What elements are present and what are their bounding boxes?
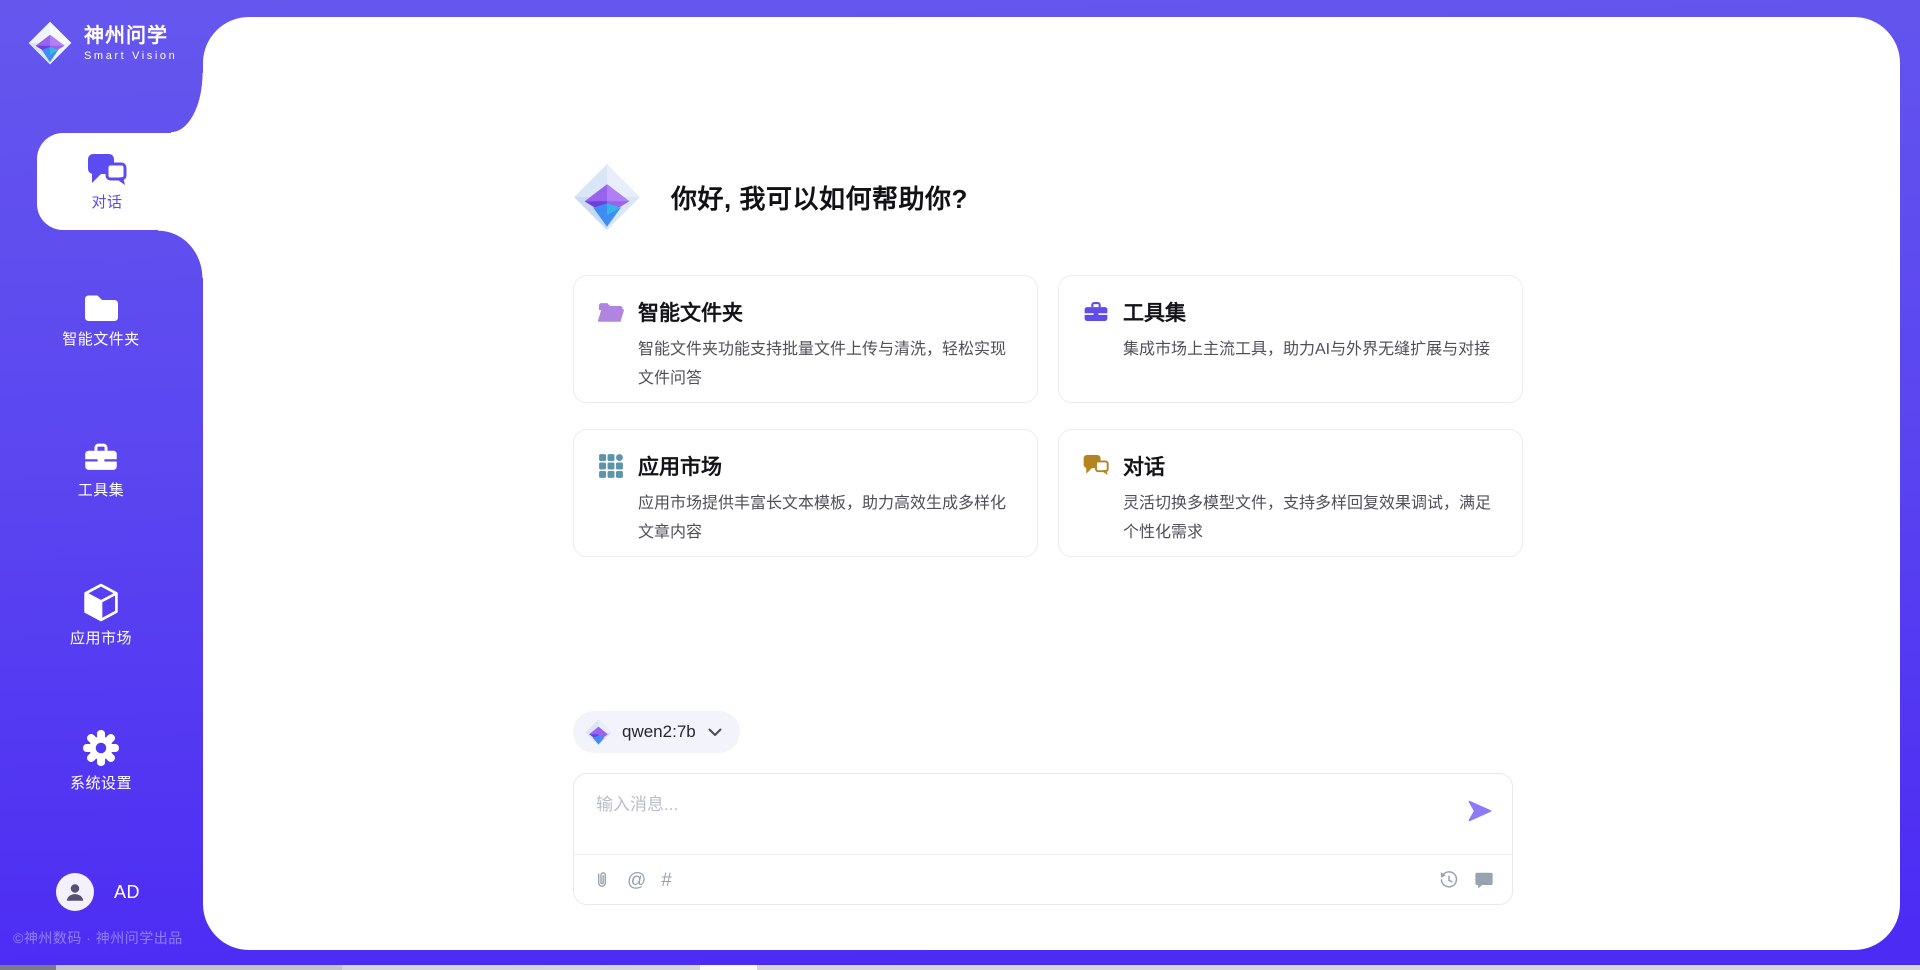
sidebar-item-smart-folder[interactable]: 智能文件夹 xyxy=(18,292,184,347)
screen-edge-strip xyxy=(0,965,1920,970)
card-smart-folder[interactable]: 智能文件夹 智能文件夹功能支持批量文件上传与清洗，轻松实现文件问答 xyxy=(573,275,1038,403)
greeting-diamond-icon xyxy=(573,163,641,231)
avatar[interactable] xyxy=(56,873,94,911)
send-icon[interactable] xyxy=(1466,797,1494,825)
sidebar-item-label: 对话 xyxy=(91,195,122,210)
screen-edge-segment xyxy=(700,965,757,970)
card-chat[interactable]: 对话 灵活切换多模型文件，支持多样回复效果调试，满足个性化需求 xyxy=(1058,429,1523,557)
feedback-chat-icon[interactable] xyxy=(1474,871,1494,890)
feature-cards: 智能文件夹 智能文件夹功能支持批量文件上传与清洗，轻松实现文件问答 工具集 xyxy=(573,275,1523,557)
brand-text: 神州问学 Smart Vision xyxy=(84,25,177,62)
briefcase-icon xyxy=(1083,299,1109,325)
card-toolkit[interactable]: 工具集 集成市场上主流工具，助力AI与外界无缝扩展与对接 xyxy=(1058,275,1523,403)
active-tab-fillet-top xyxy=(171,73,203,133)
sidebar-footer: ©神州数码 · 神州问学出品 xyxy=(13,928,183,948)
composer-input-area xyxy=(574,774,1512,855)
sidebar-item-toolkit[interactable]: 工具集 xyxy=(18,441,184,498)
card-header: 对话 xyxy=(1083,451,1498,481)
chat-icon xyxy=(1083,453,1109,479)
card-description: 应用市场提供丰富长文本模板，助力高效生成多样化文章内容 xyxy=(638,489,1013,547)
mention-icon[interactable]: @ xyxy=(627,871,646,890)
card-header: 应用市场 xyxy=(598,451,1013,481)
user-account[interactable]: AD xyxy=(56,873,140,911)
folder-icon xyxy=(83,292,119,323)
brand-name-en: Smart Vision xyxy=(84,50,177,62)
cube-icon xyxy=(83,583,119,622)
main-panel: 你好, 我可以如何帮助你? 智能文件夹 智能文件夹功能支持批量文件上传与清洗，轻… xyxy=(203,17,1900,950)
brand-logo: 神州问学 Smart Vision xyxy=(28,21,177,65)
screen-edge-segment xyxy=(0,965,56,970)
sidebar-item-app-market[interactable]: 应用市场 xyxy=(18,583,184,646)
app-window: 神州问学 Smart Vision 对话 智能文件夹 xyxy=(0,0,1920,970)
sidebar-item-label: 系统设置 xyxy=(70,776,132,791)
chat-icon xyxy=(87,153,127,187)
sidebar-item-label: 工具集 xyxy=(78,483,125,498)
model-selector[interactable]: qwen2:7b xyxy=(573,711,740,753)
sidebar-item-settings[interactable]: 系统设置 xyxy=(18,729,184,791)
briefcase-icon xyxy=(83,441,119,474)
attach-icon[interactable] xyxy=(592,869,612,891)
card-app-market[interactable]: 应用市场 应用市场提供丰富长文本模板，助力高效生成多样化文章内容 xyxy=(573,429,1038,557)
sidebar-item-label: 智能文件夹 xyxy=(62,332,140,347)
history-icon[interactable] xyxy=(1439,870,1459,890)
greeting: 你好, 我可以如何帮助你? xyxy=(573,163,1523,231)
screen-edge-segment xyxy=(56,965,342,970)
card-description: 智能文件夹功能支持批量文件上传与清洗，轻松实现文件问答 xyxy=(638,335,1013,393)
grid-icon xyxy=(598,453,624,479)
topic-hash-icon[interactable]: # xyxy=(661,871,672,890)
folder-open-icon xyxy=(598,299,624,325)
card-title: 智能文件夹 xyxy=(638,297,743,327)
card-description: 灵活切换多模型文件，支持多样回复效果调试，满足个性化需求 xyxy=(1123,489,1498,547)
user-initials: AD xyxy=(114,882,140,903)
sidebar: 神州问学 Smart Vision 对话 智能文件夹 xyxy=(0,0,203,970)
model-name: qwen2:7b xyxy=(622,722,696,742)
card-title: 对话 xyxy=(1123,451,1165,481)
main-content: 你好, 我可以如何帮助你? 智能文件夹 智能文件夹功能支持批量文件上传与清洗，轻… xyxy=(573,17,1523,905)
sidebar-item-label: 应用市场 xyxy=(70,631,132,646)
user-icon xyxy=(64,881,86,903)
card-header: 工具集 xyxy=(1083,297,1498,327)
card-title: 应用市场 xyxy=(638,451,722,481)
gear-icon xyxy=(82,729,120,767)
composer-toolbar: @ # xyxy=(574,855,1512,905)
chevron-down-icon xyxy=(708,728,722,737)
brand-name-zh: 神州问学 xyxy=(84,25,177,47)
active-tab-fillet-bottom xyxy=(158,230,203,278)
greeting-title: 你好, 我可以如何帮助你? xyxy=(671,179,968,216)
brand-diamond-icon xyxy=(28,21,72,65)
message-input[interactable] xyxy=(594,788,1448,848)
card-description: 集成市场上主流工具，助力AI与外界无缝扩展与对接 xyxy=(1123,335,1498,364)
model-diamond-icon xyxy=(585,719,612,746)
card-title: 工具集 xyxy=(1123,297,1186,327)
message-composer: @ # xyxy=(573,773,1513,905)
sidebar-item-chat[interactable]: 对话 xyxy=(37,133,203,230)
card-header: 智能文件夹 xyxy=(598,297,1013,327)
